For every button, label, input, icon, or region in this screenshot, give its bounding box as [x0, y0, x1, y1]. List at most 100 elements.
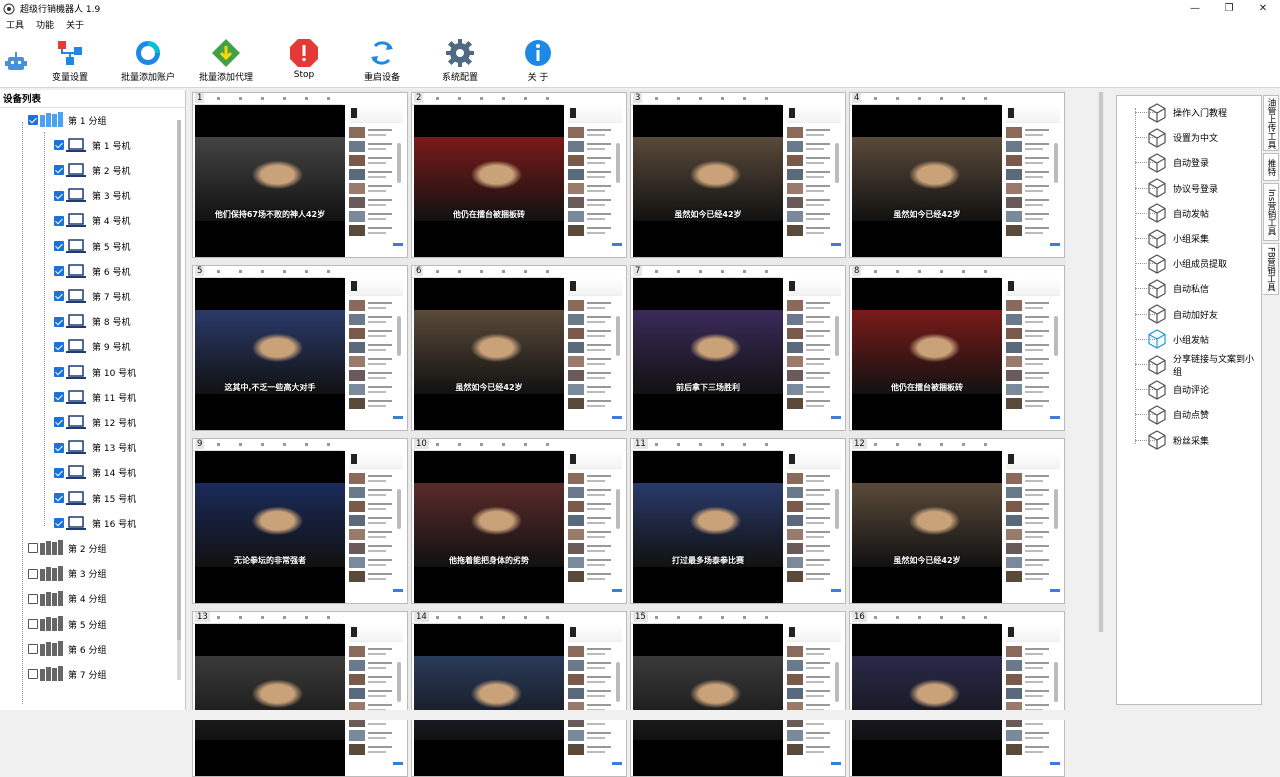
device-screen[interactable]: 虽然如今已经42岁 4 — [849, 92, 1065, 258]
device-screen[interactable]: 前后拿下三场胜利 7 — [630, 265, 846, 431]
restart-device-button[interactable]: 重启设备 — [342, 38, 422, 86]
device-row[interactable]: 第 7 号机 — [54, 285, 130, 307]
group-checkbox[interactable] — [28, 669, 38, 680]
function-item[interactable]: 自动加好友 — [1127, 302, 1218, 327]
video-player[interactable]: 他拖着能把身体的劣势 — [414, 451, 564, 603]
device-row[interactable]: 第 6 号机 — [54, 260, 130, 282]
group-row[interactable]: 第 2 分组 — [28, 537, 106, 559]
device-screen[interactable]: 这其中,不乏一些高大对手 5 — [192, 265, 408, 431]
device-screen[interactable]: 13 — [192, 611, 408, 777]
menu-tools[interactable]: 工具 — [0, 18, 30, 31]
device-checkbox[interactable] — [54, 140, 64, 151]
device-checkbox[interactable] — [54, 392, 64, 403]
video-player[interactable]: 无论拳坛的非常强者 — [195, 451, 345, 603]
device-screen[interactable]: 15 — [630, 611, 846, 777]
about-button[interactable]: 关 于 — [498, 38, 578, 86]
device-list-scrollbar[interactable] — [177, 120, 181, 680]
group-row[interactable]: 第 3 分组 — [28, 563, 106, 585]
device-checkbox[interactable] — [54, 266, 64, 277]
device-checkbox[interactable] — [54, 417, 64, 428]
device-row[interactable]: 第 4 号机 — [54, 210, 130, 232]
device-row[interactable]: 第 9 号机 — [54, 336, 130, 358]
function-item[interactable]: 协议号登录 — [1127, 176, 1218, 201]
device-checkbox[interactable] — [54, 215, 64, 226]
function-item[interactable]: 自动评论 — [1127, 377, 1209, 402]
side-tab[interactable]: 油管上传工具 — [1263, 95, 1279, 151]
device-checkbox[interactable] — [54, 316, 64, 327]
close-button[interactable]: ✕ — [1246, 0, 1280, 17]
video-player[interactable]: 虽然如今已经42岁 — [633, 105, 783, 257]
device-checkbox[interactable] — [54, 442, 64, 453]
group-row[interactable]: 第 6 分组 — [28, 638, 106, 660]
video-player[interactable] — [633, 624, 783, 776]
group-checkbox[interactable] — [28, 543, 38, 554]
device-row[interactable]: 第 5 号机 — [54, 235, 130, 257]
system-config-button[interactable]: 系统配置 — [420, 38, 500, 86]
group-checkbox[interactable] — [28, 619, 38, 629]
device-screen[interactable]: 虽然如今已经42岁 6 — [411, 265, 627, 431]
function-item[interactable]: 自动发帖 — [1127, 201, 1209, 226]
device-row[interactable]: 第 11 号机 — [54, 386, 136, 408]
device-screen[interactable]: 打过最多场泰拳比赛 11 — [630, 438, 846, 604]
video-player[interactable]: 他仍在擂台被捆板砖 — [852, 278, 1002, 430]
function-item[interactable]: 小组成员提取 — [1127, 251, 1227, 276]
video-player[interactable]: 他仍在擂台被捆板砖 — [414, 105, 564, 257]
menu-about[interactable]: 关于 — [60, 18, 90, 31]
device-row[interactable]: 第 8 号机 — [54, 311, 130, 333]
device-checkbox[interactable] — [54, 518, 64, 529]
function-item[interactable]: 小组采集 — [1127, 226, 1209, 251]
group-row[interactable]: 第 5 分组 — [28, 613, 106, 635]
device-screen[interactable]: 他仍在擂台被捆板砖 8 — [849, 265, 1065, 431]
device-checkbox[interactable] — [54, 341, 64, 352]
device-checkbox[interactable] — [54, 493, 64, 503]
device-screen[interactable]: 16 — [849, 611, 1065, 777]
device-row[interactable]: 第 10 号机 — [54, 361, 136, 383]
menu-functions[interactable]: 功能 — [30, 18, 60, 31]
group-row[interactable]: 第 7 分组 — [28, 663, 106, 685]
device-screen[interactable]: 虽然如今已经42岁 3 — [630, 92, 846, 258]
device-row[interactable]: 第 15 号机 — [54, 487, 136, 509]
device-checkbox[interactable] — [54, 165, 64, 176]
function-item[interactable]: 操作入门教程 — [1127, 100, 1227, 125]
restore-button[interactable]: ❐ — [1212, 0, 1246, 17]
device-row[interactable]: 第 1 号机 — [54, 134, 130, 156]
side-tab[interactable]: Ins营销工具 — [1263, 183, 1279, 241]
screen-grid-scrollbar[interactable] — [1098, 92, 1104, 632]
function-item[interactable]: 自动登录 — [1127, 150, 1209, 175]
minimize-button[interactable]: — — [1178, 0, 1212, 17]
function-item[interactable]: 设置为中文 — [1127, 125, 1218, 150]
device-screen[interactable]: 无论拳坛的非常强者 9 — [192, 438, 408, 604]
device-checkbox[interactable] — [54, 467, 64, 478]
side-tab[interactable]: FB营销工具 — [1263, 243, 1279, 295]
add-proxy-button[interactable]: 批量添加代理 — [186, 38, 266, 86]
function-item[interactable]: 分享链接与文案到小组 — [1127, 352, 1261, 378]
side-tab[interactable]: 推特 — [1263, 153, 1279, 181]
video-player[interactable]: 前后拿下三场胜利 — [633, 278, 783, 430]
group-row[interactable]: 第 4 分组 — [28, 588, 106, 610]
device-row[interactable]: 第 2 号机 — [54, 159, 130, 181]
device-checkbox[interactable] — [54, 190, 64, 201]
device-screen[interactable]: 他们保持67场不败的神人42岁 1 — [192, 92, 408, 258]
device-row[interactable]: 第 16 号机 — [54, 512, 136, 534]
device-screen[interactable]: 他仍在擂台被捆板砖 2 — [411, 92, 627, 258]
group-checkbox[interactable] — [28, 568, 38, 579]
device-checkbox[interactable] — [54, 367, 64, 377]
device-row[interactable]: 第 13 号机 — [54, 437, 136, 459]
device-row[interactable]: 第 3 号机 — [54, 185, 130, 207]
function-item[interactable]: 自动点赞 — [1127, 402, 1209, 427]
device-screen[interactable]: 虽然如今已经42岁 12 — [849, 438, 1065, 604]
video-player[interactable]: 他们保持67场不败的神人42岁 — [195, 105, 345, 257]
video-player[interactable] — [414, 624, 564, 776]
group-row[interactable]: 第 1 分组 — [28, 109, 106, 131]
video-player[interactable] — [195, 624, 345, 776]
video-player[interactable]: 虽然如今已经42岁 — [852, 451, 1002, 603]
device-screen[interactable]: 14 — [411, 611, 627, 777]
group-checkbox[interactable] — [28, 115, 38, 125]
function-item[interactable]: 自动私信 — [1127, 276, 1209, 301]
video-player[interactable] — [852, 624, 1002, 776]
device-row[interactable]: 第 14 号机 — [54, 462, 136, 484]
video-player[interactable]: 虽然如今已经42岁 — [852, 105, 1002, 257]
add-accounts-button[interactable]: 批量添加账户 — [108, 38, 188, 86]
variable-settings-button[interactable]: 变量设置 — [30, 38, 110, 86]
device-screen[interactable]: 他拖着能把身体的劣势 10 — [411, 438, 627, 604]
